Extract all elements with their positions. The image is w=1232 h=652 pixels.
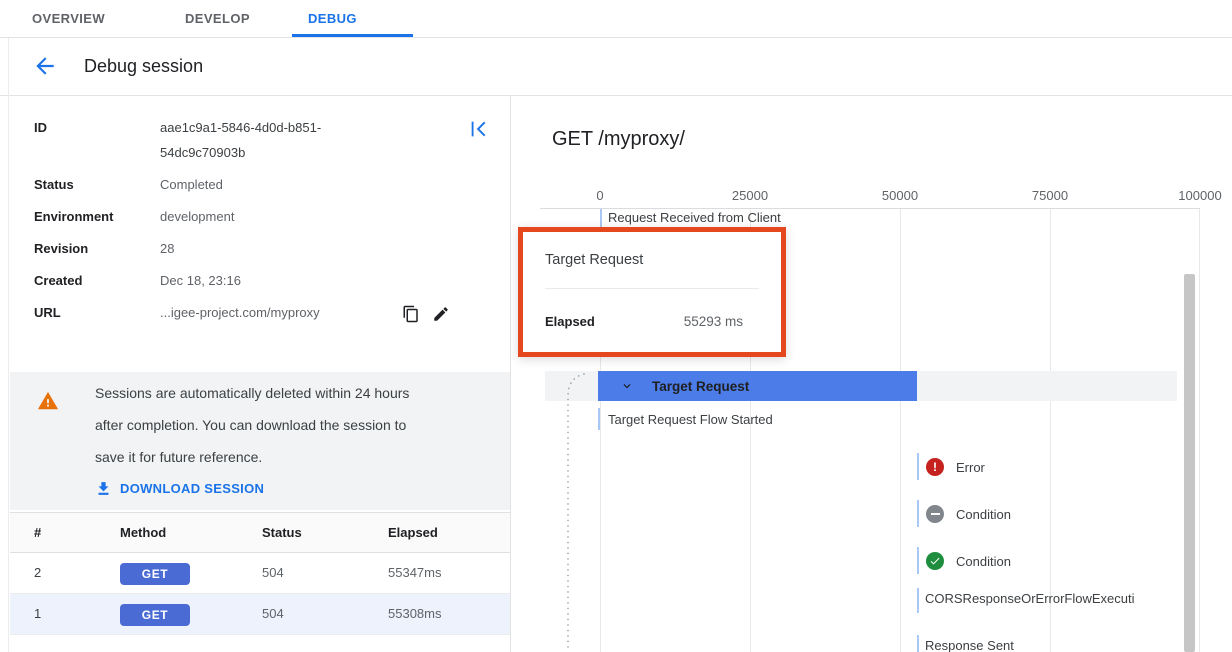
chevron-down-icon[interactable] [620, 379, 634, 393]
condition-passed-icon [926, 552, 944, 570]
event-condition-skipped[interactable]: Condition [956, 507, 1011, 522]
txn-number: 2 [34, 565, 41, 580]
tooltip-elapsed-value: 55293 ms [684, 314, 743, 329]
environment-label: Environment [34, 209, 113, 224]
method-badge: GET [120, 604, 190, 626]
tab-debug[interactable]: DEBUG [292, 0, 413, 37]
event-condition-passed[interactable]: Condition [956, 554, 1011, 569]
col-status: Status [262, 525, 302, 540]
txn-elapsed: 55308ms [388, 606, 441, 621]
event-request-received[interactable]: Request Received from Client [608, 210, 781, 225]
panel-divider [510, 96, 511, 652]
warning-icon [36, 390, 60, 412]
page-header: Debug session [0, 38, 1232, 96]
created-value: Dec 18, 23:16 [160, 273, 241, 288]
notice-line-3: save it for future reference. [95, 449, 262, 465]
axis-tick-50000: 50000 [882, 188, 918, 203]
tooltip-elapsed-label: Elapsed [545, 314, 595, 329]
axis-tick-75000: 75000 [1032, 188, 1068, 203]
table-row-transaction-1[interactable]: 1 GET 504 55308ms [10, 594, 510, 635]
id-label: ID [34, 120, 47, 135]
timeline-axis [540, 208, 1200, 209]
vertical-scrollbar[interactable] [1184, 274, 1195, 652]
notice-line-1: Sessions are automatically deleted withi… [95, 385, 409, 401]
revision-label: Revision [34, 241, 88, 256]
event-tick [917, 500, 919, 527]
url-value: ...igee-project.com/myproxy [160, 305, 320, 320]
back-arrow-icon[interactable] [32, 53, 58, 79]
error-icon: ! [926, 458, 944, 476]
download-icon [95, 480, 112, 497]
col-method: Method [120, 525, 166, 540]
debug-session-screen: OVERVIEW DEVELOP DEBUG Debug session ID … [0, 0, 1232, 652]
axis-tick-0: 0 [596, 188, 603, 203]
target-request-tooltip-highlight: Target Request Elapsed 55293 ms [518, 227, 786, 357]
event-response-sent-clip: Response Sent [925, 638, 1175, 652]
status-label: Status [34, 177, 74, 192]
target-request-bar[interactable]: Target Request [598, 371, 917, 401]
download-session-link[interactable]: DOWNLOAD SESSION [95, 478, 264, 498]
event-tick [600, 209, 602, 228]
txn-status: 504 [262, 565, 284, 580]
tab-overview[interactable]: OVERVIEW [16, 0, 134, 37]
id-value-line2: 54dc9c70903b [160, 145, 245, 160]
event-target-flow-started[interactable]: Target Request Flow Started [608, 412, 773, 427]
tooltip-divider [545, 288, 759, 289]
event-error[interactable]: Error [956, 460, 985, 475]
flow-connector-dotted-line [540, 366, 600, 652]
event-tick [917, 453, 919, 480]
method-badge: GET [120, 563, 190, 585]
event-cors-flow-clip: CORSResponseOrErrorFlowExecuti [925, 591, 1175, 609]
table-row-transaction-2[interactable]: 2 GET 504 55347ms [10, 553, 510, 594]
transactions-header-row: # Method Status Elapsed [10, 512, 510, 553]
axis-tick-25000: 25000 [732, 188, 768, 203]
event-tick [917, 547, 919, 574]
event-cors-flow[interactable]: CORSResponseOrErrorFlowExecuti [925, 591, 1135, 606]
created-label: Created [34, 273, 82, 288]
edit-pencil-icon[interactable] [432, 305, 450, 323]
event-tick [917, 588, 919, 613]
tooltip-title: Target Request [545, 252, 643, 268]
environment-value: development [160, 209, 234, 224]
col-elapsed: Elapsed [388, 525, 438, 540]
target-request-bar-label: Target Request [652, 379, 749, 394]
tab-develop[interactable]: DEVELOP [169, 0, 276, 37]
gridline-100000 [1199, 209, 1200, 652]
trace-request-title: GET /myproxy/ [552, 128, 685, 151]
download-session-label: DOWNLOAD SESSION [120, 481, 264, 496]
session-deletion-notice: Sessions are automatically deleted withi… [10, 372, 510, 510]
txn-status: 504 [262, 606, 284, 621]
notice-line-2: after completion. You can download the s… [95, 417, 406, 433]
id-value-line1: aae1c9a1-5846-4d0d-b851- [160, 120, 321, 135]
event-tick [917, 635, 919, 652]
collapse-panel-icon[interactable] [468, 118, 490, 140]
txn-number: 1 [34, 606, 41, 621]
url-label: URL [34, 305, 61, 320]
top-tab-bar: OVERVIEW DEVELOP DEBUG [0, 0, 1232, 38]
left-panel-edge [8, 38, 9, 652]
event-response-sent[interactable]: Response Sent [925, 638, 1014, 652]
axis-tick-100000: 100000 [1178, 188, 1221, 203]
gridline-75000 [1050, 209, 1051, 652]
copy-icon[interactable] [402, 305, 420, 323]
txn-elapsed: 55347ms [388, 565, 441, 580]
condition-skipped-icon [926, 505, 944, 523]
gridline-50000 [900, 209, 901, 652]
status-value: Completed [160, 177, 223, 192]
revision-value: 28 [160, 241, 174, 256]
col-number: # [34, 525, 41, 540]
page-title: Debug session [84, 56, 203, 77]
